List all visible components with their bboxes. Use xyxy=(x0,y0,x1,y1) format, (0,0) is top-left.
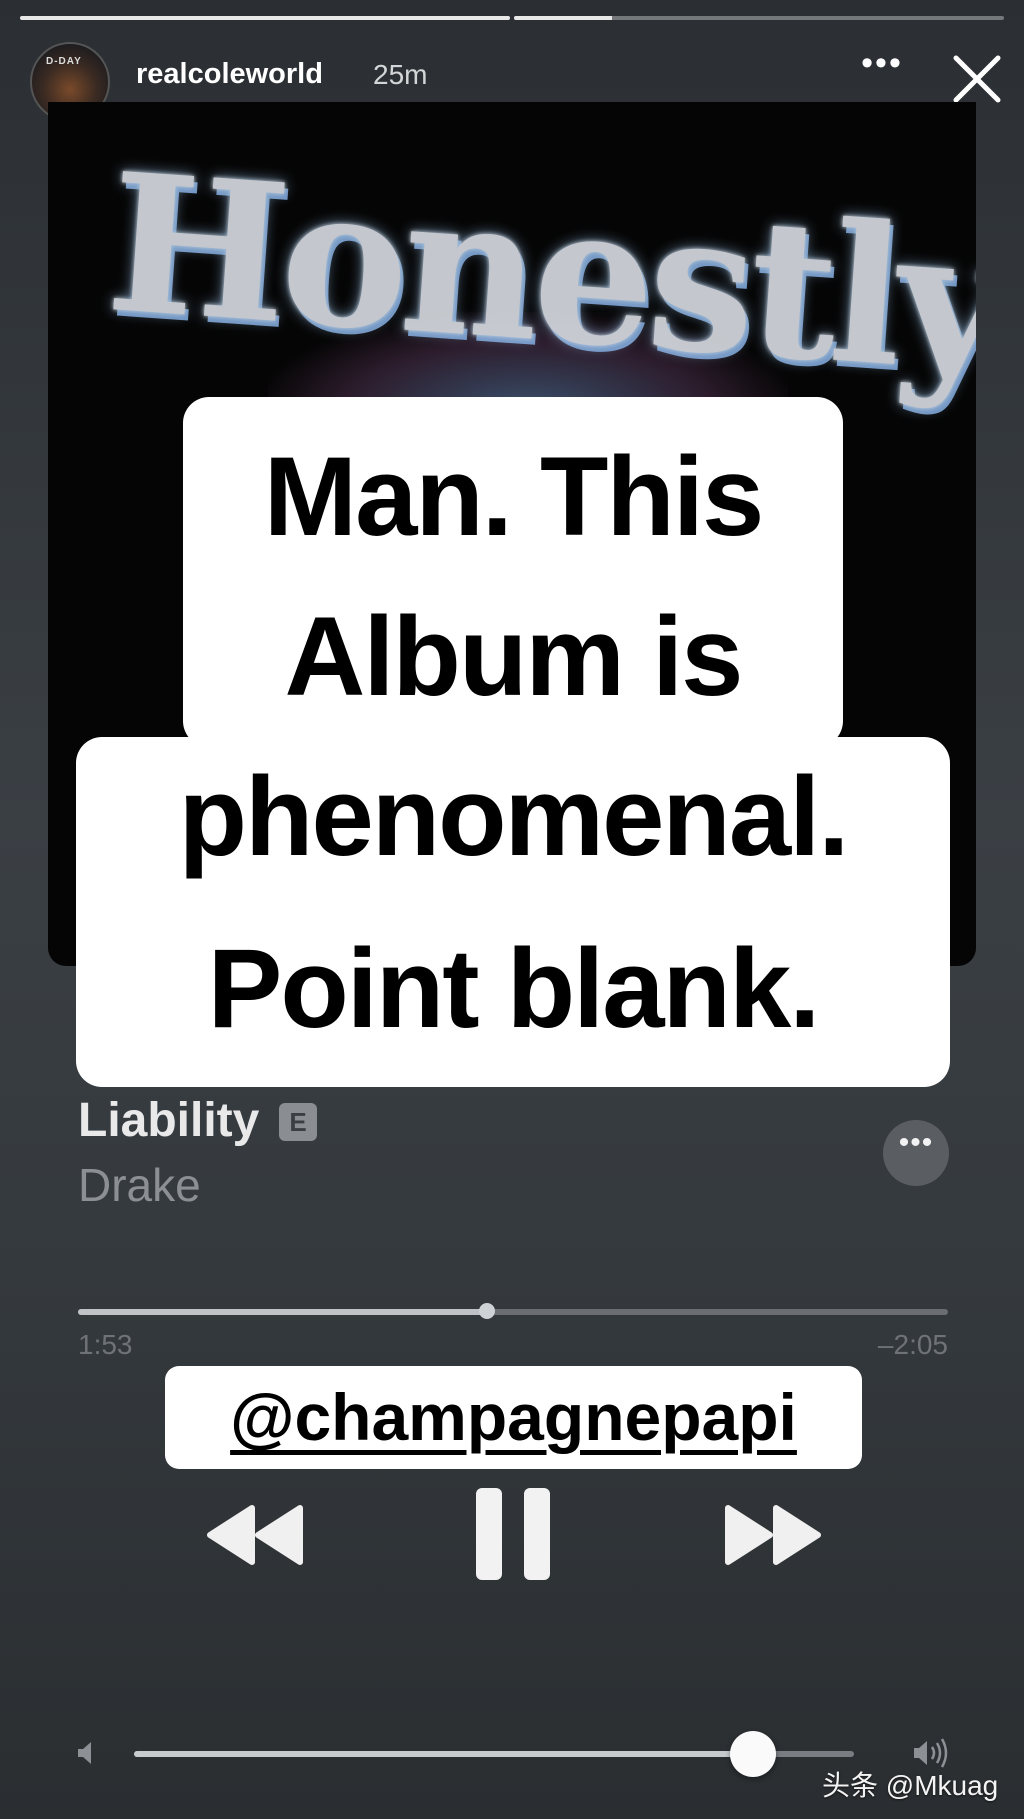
volume-slider[interactable] xyxy=(134,1731,854,1777)
mention-sticker[interactable]: @champagnepapi xyxy=(165,1366,862,1469)
avatar-label: D-DAY xyxy=(46,56,82,67)
volume-slider-knob[interactable] xyxy=(730,1731,777,1777)
track-title: Liability xyxy=(78,1094,260,1147)
caption-line-3: phenomenal. xyxy=(178,754,850,879)
story-more-button[interactable]: ••• xyxy=(858,46,906,84)
track-more-button[interactable]: ••• xyxy=(883,1120,949,1186)
username[interactable]: realcoleworld xyxy=(136,58,323,91)
album-art-lettering: Honestly xyxy=(101,131,976,416)
watermark: 头条 @Mkuag xyxy=(822,1770,999,1801)
mention-text[interactable]: @champagnepapi xyxy=(230,1380,797,1454)
volume-low-icon xyxy=(76,1740,98,1766)
post-time: 25m xyxy=(373,59,428,90)
story-progress-1 xyxy=(20,16,510,20)
remaining-time: –2:05 xyxy=(877,1329,948,1360)
caption-line-4: Point blank. xyxy=(207,926,821,1051)
playback-scrubber-knob[interactable] xyxy=(478,1303,495,1319)
playback-scrubber[interactable] xyxy=(78,1303,948,1319)
close-icon[interactable] xyxy=(950,52,1004,106)
story-progress-2-fill xyxy=(514,16,612,20)
pause-icon[interactable] xyxy=(472,1484,554,1584)
story-progress-2 xyxy=(514,16,1004,20)
caption-line-2: Album is xyxy=(284,594,744,719)
caption-sticker-top: Man. This Album is xyxy=(183,397,843,747)
elapsed-time: 1:53 xyxy=(78,1329,133,1360)
playback-scrubber-fill xyxy=(78,1309,487,1315)
story-progress-1-fill xyxy=(20,16,510,20)
track-artist[interactable]: Drake xyxy=(78,1158,201,1212)
rewind-icon[interactable] xyxy=(200,1500,310,1570)
explicit-badge: E xyxy=(279,1103,317,1141)
caption-line-1: Man. This xyxy=(263,434,764,559)
volume-slider-fill xyxy=(134,1751,754,1757)
fast-forward-icon[interactable] xyxy=(718,1500,828,1570)
caption-sticker-bottom: phenomenal. Point blank. xyxy=(76,737,950,1087)
